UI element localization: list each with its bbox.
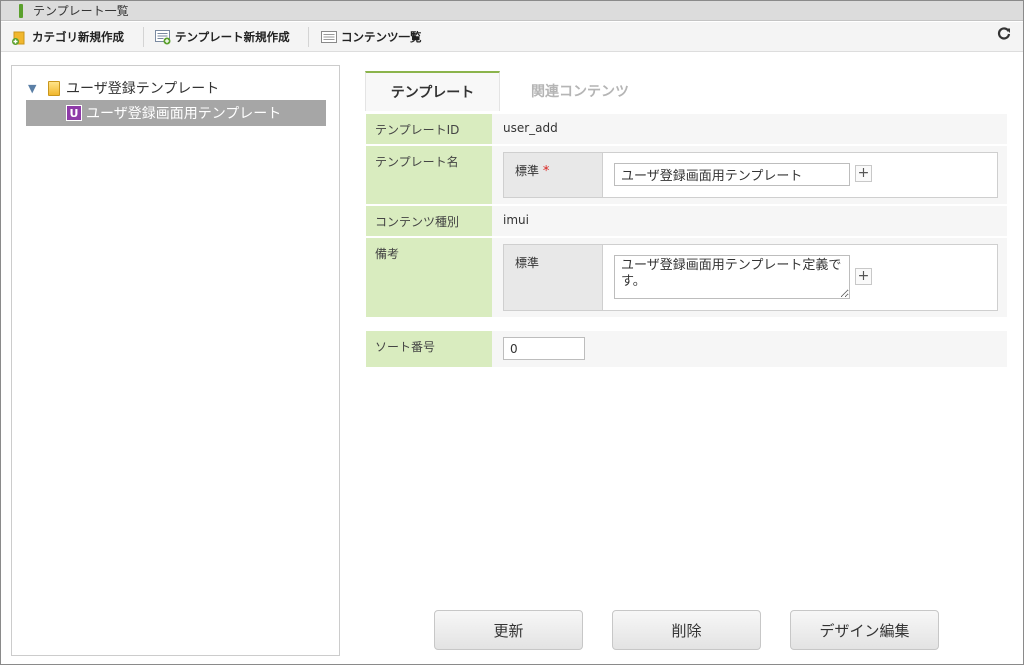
template-add-icon <box>155 29 171 45</box>
notes-row: 備考 標準 ユーザ登録画面用テンプレート定義です。 + <box>366 238 1007 317</box>
content-type-value: imui <box>503 213 529 227</box>
template-tree-panel: ▼ ユーザ登録テンプレート U ユーザ登録画面用テンプレート <box>11 65 340 656</box>
new-category-label: カテゴリ新規作成 <box>32 30 124 44</box>
design-edit-button[interactable]: デザイン編集 <box>790 610 939 650</box>
template-id-label: テンプレートID <box>366 114 492 144</box>
template-name-input[interactable] <box>614 163 850 186</box>
expand-toggle-icon[interactable]: ▼ <box>28 82 42 95</box>
delete-button[interactable]: 削除 <box>612 610 761 650</box>
tree-root-label: ユーザ登録テンプレート <box>66 81 220 97</box>
add-locale-button[interactable]: + <box>855 165 872 182</box>
content-list-button[interactable]: コンテンツ一覧 <box>321 28 422 46</box>
template-name-row: テンプレート名 標準 * + <box>366 146 1007 204</box>
template-id-value: user_add <box>503 121 558 135</box>
toolbar-divider <box>143 27 144 47</box>
new-template-label: テンプレート新規作成 <box>175 30 290 44</box>
template-name-label: テンプレート名 <box>366 146 492 204</box>
toolbar: カテゴリ新規作成 テンプレート新規作成 コンテンツ一覧 <box>1 22 1023 52</box>
tab-related-contents[interactable]: 関連コンテンツ <box>500 71 660 111</box>
window-title: テンプレート一覧 <box>33 4 129 18</box>
required-mark: * <box>542 164 550 179</box>
title-marker <box>19 4 23 18</box>
add-locale-button[interactable]: + <box>855 268 872 285</box>
sort-number-row: ソート番号 <box>366 331 1007 367</box>
tree-node-selected[interactable]: U ユーザ登録画面用テンプレート <box>26 100 326 126</box>
locale-standard-text: 標準 <box>515 164 540 178</box>
folder-add-icon <box>12 29 28 45</box>
template-id-row: テンプレートID user_add <box>366 114 1007 144</box>
content-list-label: コンテンツ一覧 <box>341 30 422 44</box>
sort-number-input[interactable] <box>503 337 585 360</box>
folder-icon <box>48 80 60 96</box>
locale-standard-label: 標準 * <box>504 153 603 197</box>
new-category-button[interactable]: カテゴリ新規作成 <box>12 28 124 46</box>
list-icon <box>321 29 337 45</box>
template-badge-icon: U <box>66 105 82 121</box>
tree-node-root[interactable]: ▼ ユーザ登録テンプレート <box>28 78 219 98</box>
title-bar: テンプレート一覧 <box>1 1 1023 21</box>
tree-child-label: ユーザ登録画面用テンプレート <box>86 106 282 122</box>
template-name-locale-box: 標準 * + <box>503 152 998 198</box>
sort-number-label: ソート番号 <box>366 331 492 367</box>
notes-label: 備考 <box>366 238 492 317</box>
refresh-icon[interactable] <box>997 27 1011 45</box>
new-template-button[interactable]: テンプレート新規作成 <box>155 28 290 46</box>
notes-textarea[interactable]: ユーザ登録画面用テンプレート定義です。 <box>614 255 850 299</box>
content-type-row: コンテンツ種別 imui <box>366 206 1007 236</box>
locale-standard-text: 標準 <box>515 256 540 270</box>
toolbar-divider <box>308 27 309 47</box>
notes-locale-box: 標準 ユーザ登録画面用テンプレート定義です。 + <box>503 244 998 311</box>
tab-template[interactable]: テンプレート <box>365 71 500 111</box>
locale-standard-label: 標準 <box>504 245 603 310</box>
content-type-label: コンテンツ種別 <box>366 206 492 236</box>
update-button[interactable]: 更新 <box>434 610 583 650</box>
